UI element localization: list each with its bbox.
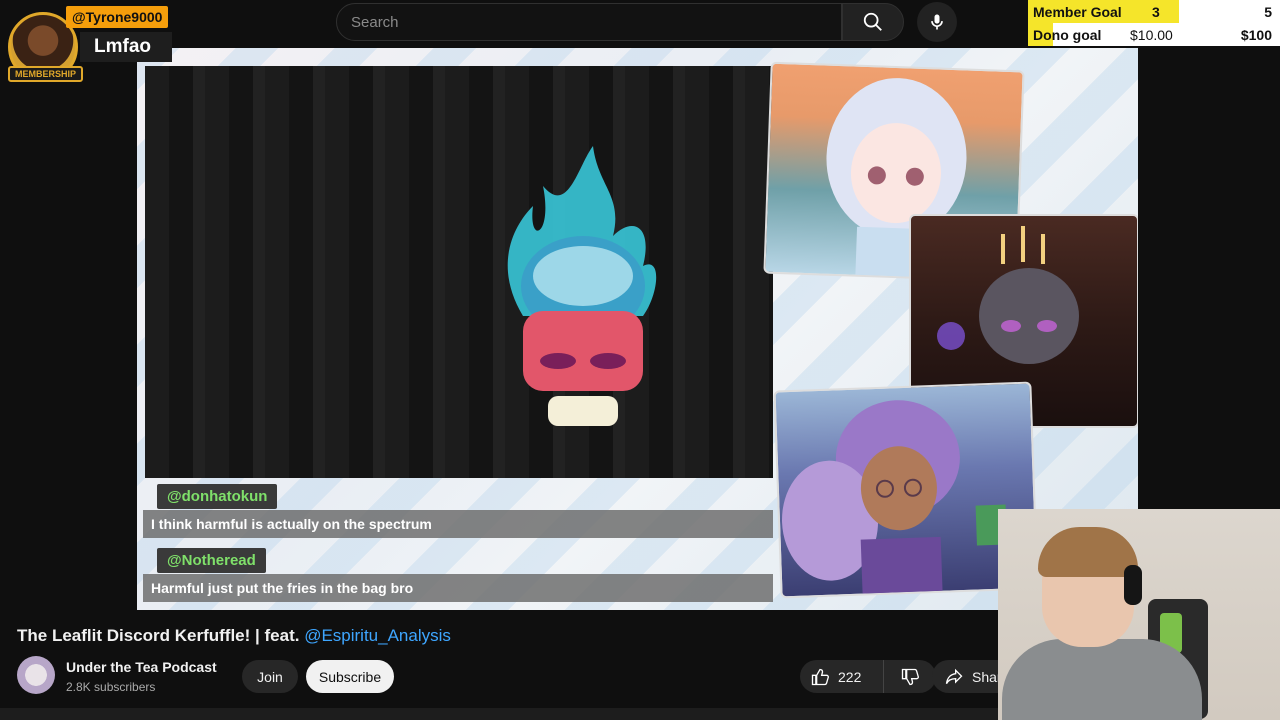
join-button[interactable]: Join [242, 660, 298, 693]
like-dislike-group: 222 [800, 660, 936, 693]
chat-username: @Notheread [157, 548, 266, 573]
skull-artwork [145, 66, 773, 478]
voice-search-button[interactable] [917, 2, 957, 42]
subscribe-button[interactable]: Subscribe [306, 660, 394, 693]
chat-message: I think harmful is actually on the spect… [143, 510, 773, 538]
video-title: The Leaflit Discord Kerfuffle! | feat. @… [17, 626, 451, 646]
dono-goal-label: Dono goal [1033, 27, 1102, 43]
member-goal-target: 5 [1264, 4, 1272, 20]
search-icon [863, 12, 882, 31]
streamer-hair [1038, 527, 1138, 577]
dono-goal-current: $10.00 [1130, 27, 1173, 43]
title-mention-link[interactable]: @Espiritu_Analysis [304, 626, 451, 645]
member-username: @Tyrone9000 [66, 6, 169, 28]
channel-name[interactable]: Under the Tea Podcast [66, 659, 217, 675]
webcam-overlay [998, 509, 1280, 720]
headset-icon [1124, 565, 1142, 605]
share-icon [945, 668, 963, 684]
video-title-text: The Leaflit Discord Kerfuffle! | feat. [17, 626, 305, 645]
goal-tracker: Member Goal 3 5 Dono goal $10.00 $100 [1028, 0, 1280, 46]
like-count: 222 [838, 668, 862, 685]
thumbs-up-icon [811, 668, 830, 685]
chat-message: Harmful just put the fries in the bag br… [143, 574, 773, 602]
chat-username: @donhatokun [157, 484, 278, 509]
search-box[interactable] [336, 3, 842, 41]
streamer-body [1002, 639, 1202, 720]
search-input[interactable] [351, 13, 841, 31]
dono-goal-target: $100 [1240, 27, 1272, 43]
mic-icon [931, 14, 943, 30]
search-button[interactable] [842, 3, 904, 41]
dono-goal-row: Dono goal $10.00 $100 [1028, 23, 1280, 46]
member-alert: MEMBERSHIP @Tyrone9000 Lmfao [4, 4, 194, 84]
membership-badge: MEMBERSHIP [8, 66, 84, 82]
video-player[interactable]: @donhatokun I think harmful is actually … [137, 48, 1138, 610]
channel-avatar[interactable] [17, 656, 55, 694]
like-button[interactable]: 222 [800, 660, 884, 693]
member-goal-current: 3 [1152, 4, 1160, 20]
flaming-skull-image [507, 146, 657, 426]
member-goal-row: Member Goal 3 5 [1028, 0, 1280, 23]
subscriber-count: 2.8K subscribers [66, 680, 156, 694]
member-message: Lmfao [80, 32, 172, 62]
dislike-button[interactable] [884, 660, 936, 693]
member-goal-label: Member Goal [1033, 4, 1122, 20]
divider [0, 708, 1000, 720]
thumbs-down-icon [901, 668, 920, 685]
